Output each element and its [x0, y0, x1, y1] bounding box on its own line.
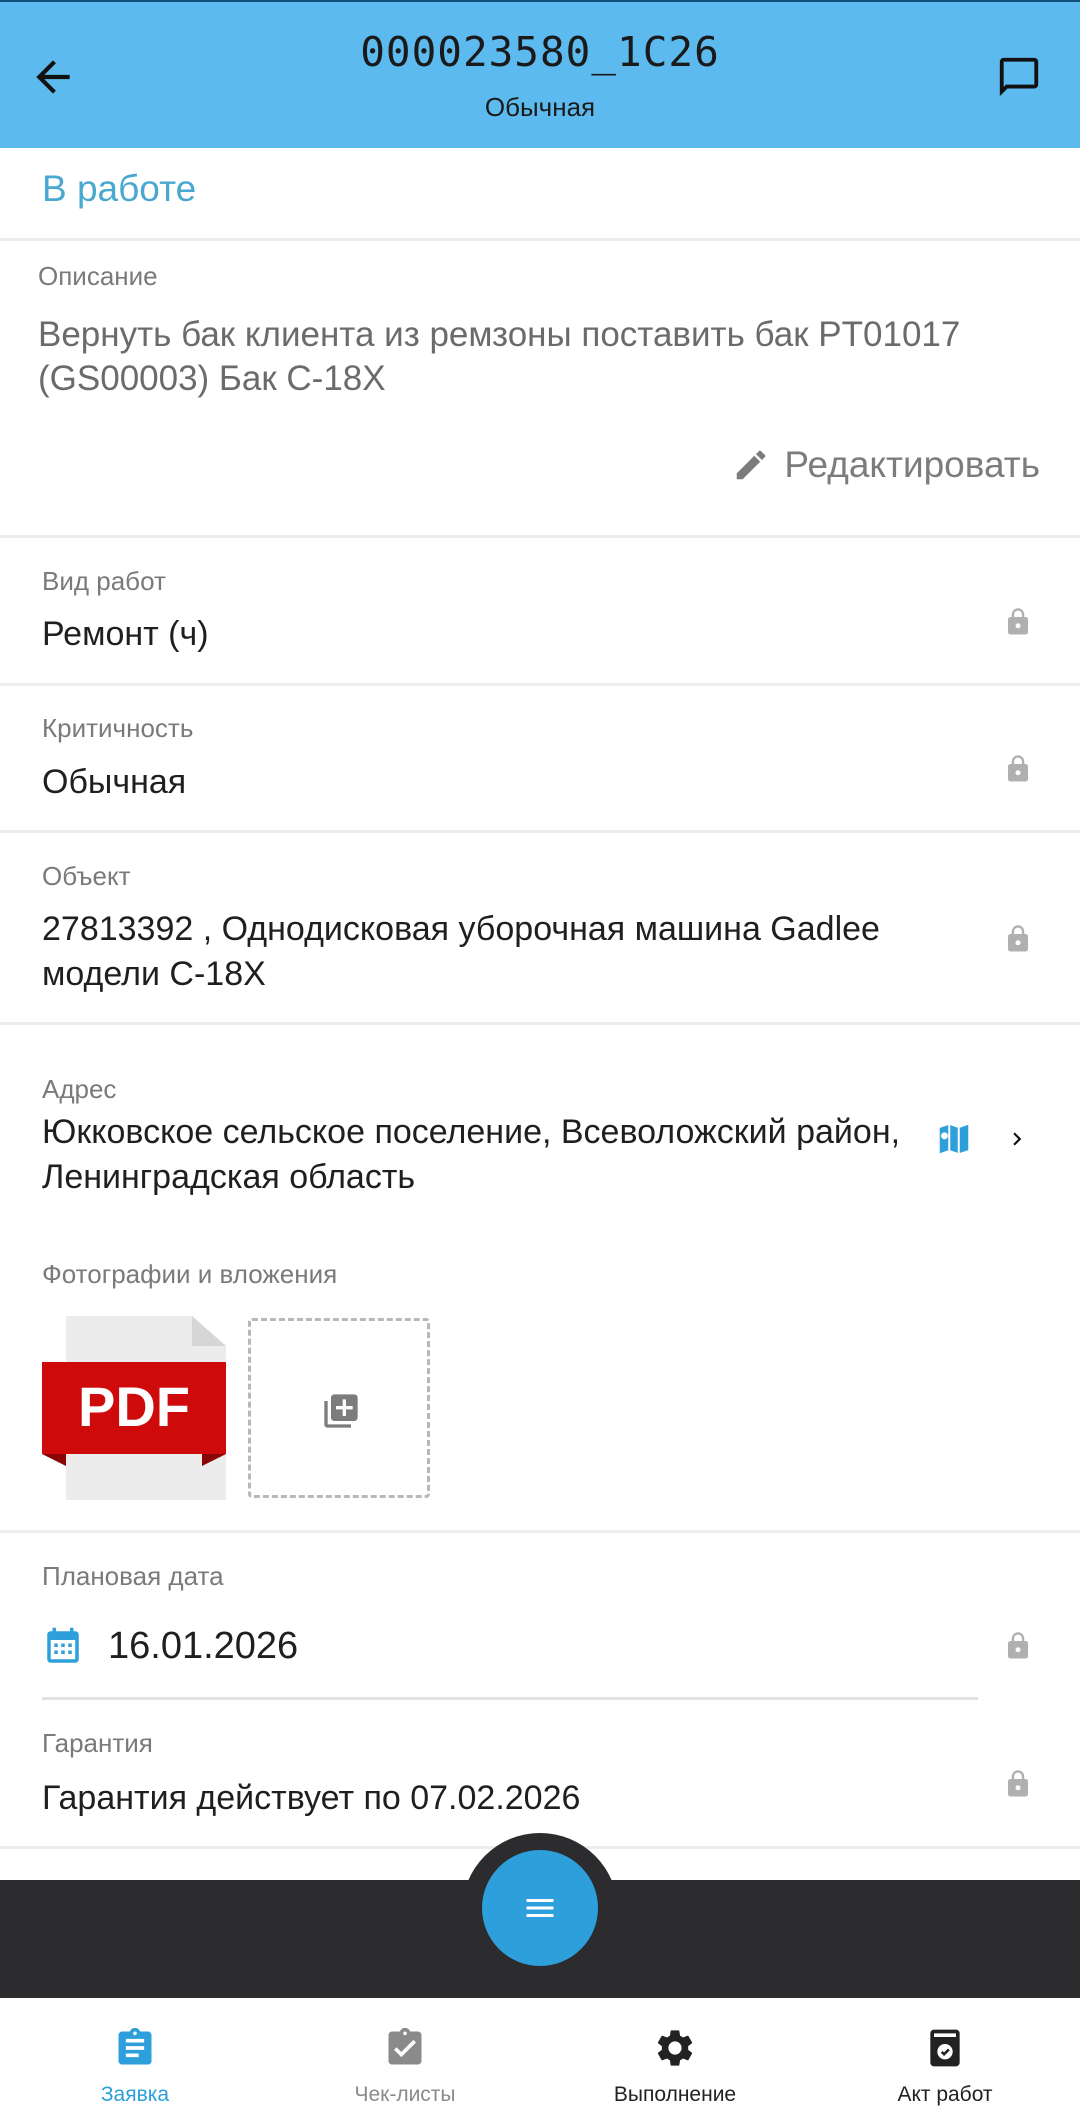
checklist-icon	[388, 2027, 422, 2065]
work-type-label: Вид работ	[42, 566, 166, 596]
pdf-label: PDF	[78, 1375, 190, 1438]
add-attachment-button[interactable]	[248, 1318, 430, 1498]
description-text: Вернуть бак клиента из ремзоны поставить…	[38, 315, 961, 398]
lock-icon	[1008, 925, 1028, 952]
tab-checklists-label: Чек-листы	[354, 2083, 456, 2106]
add-photo-icon	[324, 1394, 358, 1428]
address-value: Юкковское сельское поселение, Всеволожск…	[42, 1113, 901, 1196]
pencil-icon	[737, 450, 766, 480]
planned-date-value: 16.01.2026	[108, 1625, 299, 1667]
edit-button[interactable]: Редактировать	[732, 444, 1040, 486]
status-label: В работе	[42, 168, 197, 209]
description-label: Описание	[38, 261, 158, 291]
lock-icon	[1008, 1632, 1028, 1659]
attachments-label: Фотографии и вложения	[42, 1259, 338, 1289]
ticket-number-title: 000023580_1C26	[360, 28, 720, 76]
tab-execution-label: Выполнение	[613, 2083, 737, 2106]
object-label: Объект	[42, 861, 131, 891]
planned-date-label: Плановая дата	[42, 1561, 224, 1591]
bottom-navigation: Заявка Чек-листы Выполнение Акт работ	[0, 1998, 1080, 2122]
menu-icon	[526, 1899, 554, 1917]
divider	[0, 683, 1080, 686]
work-type-value: Ремонт (ч)	[42, 615, 209, 653]
clipboard-icon	[118, 2027, 152, 2065]
divider	[0, 830, 1080, 833]
divider	[0, 1530, 1080, 1533]
map-icon[interactable]	[935, 1120, 973, 1158]
menu-fab-button[interactable]	[482, 1850, 598, 1966]
lock-icon	[1008, 755, 1028, 782]
chevron-right-icon[interactable]	[1004, 1124, 1030, 1154]
warranty-value: Гарантия действует по 07.02.2026	[42, 1779, 581, 1817]
tab-work-act[interactable]: Акт работ	[810, 1998, 1080, 2122]
divider	[0, 1022, 1080, 1025]
lock-icon	[1008, 1770, 1028, 1797]
calendar-icon[interactable]	[42, 1626, 84, 1668]
divider	[0, 535, 1080, 538]
criticality-value: Обычная	[42, 763, 187, 801]
divider	[0, 238, 1080, 241]
act-check-icon	[930, 2029, 960, 2067]
date-underline	[42, 1697, 978, 1700]
settings-gear-icon	[657, 2030, 693, 2066]
chat-icon[interactable]	[996, 54, 1042, 100]
criticality-label: Критичность	[42, 713, 194, 743]
tab-request[interactable]: Заявка	[0, 1998, 270, 2122]
app-header: 000023580_1C26 Обычная	[0, 0, 1080, 148]
tab-execution[interactable]: Выполнение	[540, 1998, 810, 2122]
object-value: 27813392 , Однодисковая уборочная машина…	[42, 910, 880, 993]
address-label: Адрес	[42, 1074, 117, 1104]
ticket-priority-subtitle: Обычная	[484, 92, 596, 122]
tab-work-act-label: Акт работ	[897, 2083, 993, 2106]
tab-checklists[interactable]: Чек-листы	[270, 1998, 540, 2122]
edit-button-label: Редактировать	[784, 444, 1040, 485]
pdf-file-icon[interactable]: PDF	[42, 1316, 226, 1500]
tab-request-label: Заявка	[100, 2083, 170, 2106]
warranty-label: Гарантия	[42, 1728, 153, 1758]
lock-icon	[1008, 608, 1028, 635]
